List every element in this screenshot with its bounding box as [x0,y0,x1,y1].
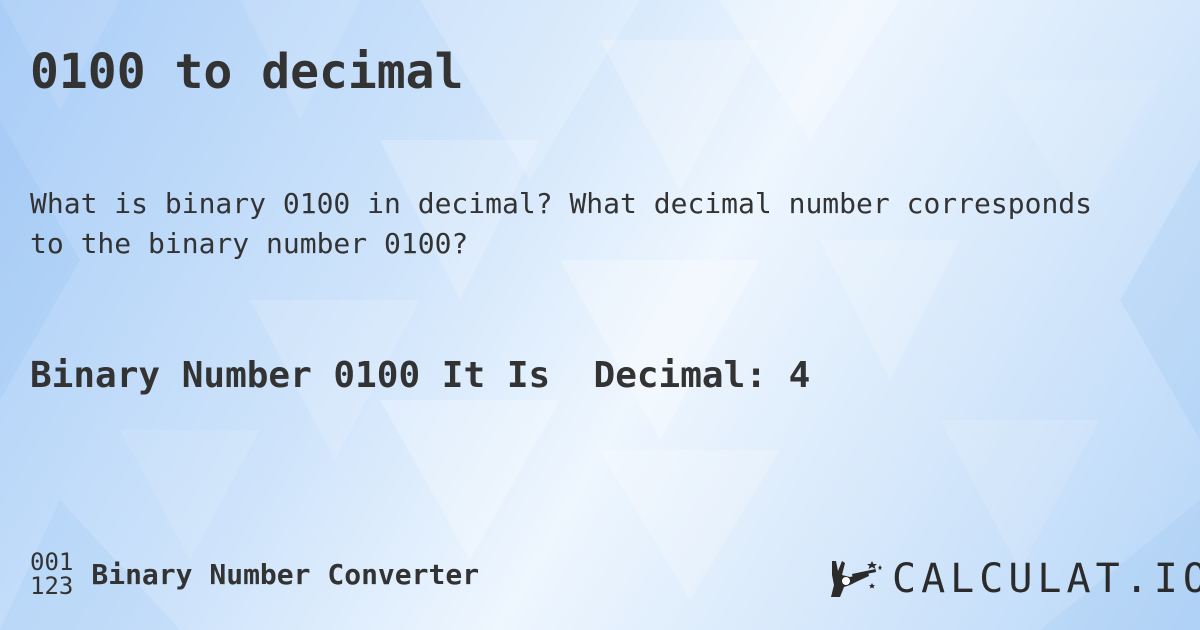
converter-name: Binary Number Converter [91,557,480,591]
question-text: What is binary 0100 in decimal? What dec… [30,187,1093,260]
binary-icon-line-2: 123 [30,572,74,600]
answer-text: Binary Number 0100 It Is Decimal: 4 [30,355,811,396]
binary-number-icon: 001 123 [30,550,73,598]
footer-brand: 001 123 Binary Number Converter [30,550,479,598]
calculat-io-logo[interactable]: CALCULAT.IO [828,556,1200,602]
magic-hand-wand-icon [831,561,882,597]
binary-icon-line-1: 001 [30,548,74,576]
logo-text: CALCULAT.IO [892,556,1200,602]
page-title: 0100 to decimal [30,44,464,100]
